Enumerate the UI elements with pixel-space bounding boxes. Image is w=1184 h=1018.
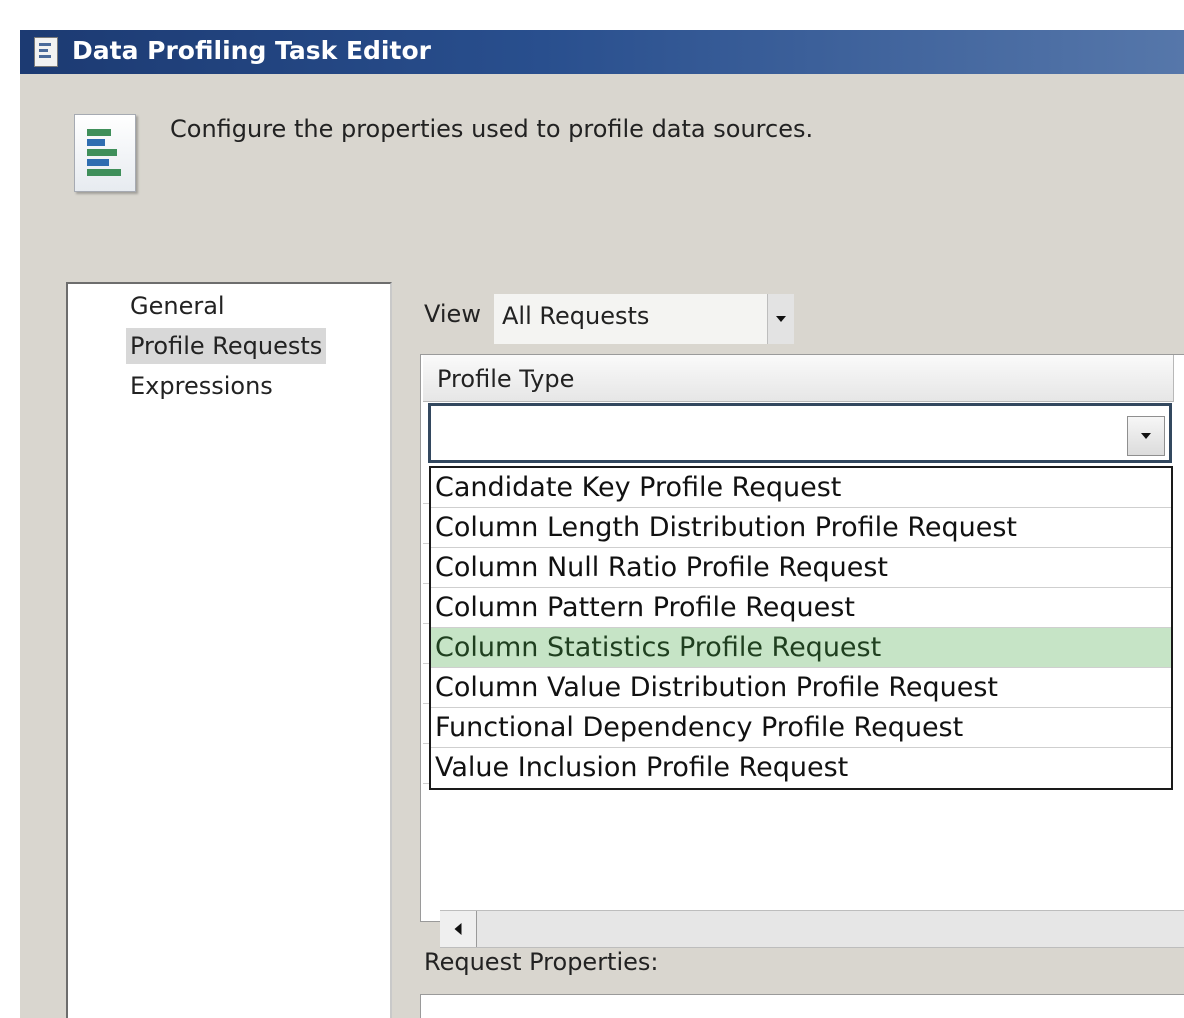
header-description: Configure the properties used to profile…	[170, 115, 814, 143]
column-header-label: Profile Type	[437, 365, 575, 393]
dropdown-option-column-value-distribution[interactable]: Column Value Distribution Profile Reques…	[431, 668, 1171, 708]
nav-item-profile-requests[interactable]: Profile Requests	[126, 328, 327, 364]
data-profile-icon	[74, 114, 136, 192]
dropdown-option-functional-dependency[interactable]: Functional Dependency Profile Request	[431, 708, 1171, 748]
profile-type-dropdown-button[interactable]	[1127, 416, 1165, 456]
dropdown-option-column-length-distribution[interactable]: Column Length Distribution Profile Reque…	[431, 508, 1171, 548]
chevron-down-icon	[776, 316, 786, 322]
view-label: View	[424, 300, 481, 328]
document-icon	[34, 37, 58, 67]
dropdown-option-column-pattern[interactable]: Column Pattern Profile Request	[431, 588, 1171, 628]
request-properties-grid[interactable]	[420, 994, 1184, 1018]
scroll-left-button[interactable]	[440, 911, 477, 947]
nav-item-general[interactable]: General	[126, 288, 229, 324]
dropdown-option-value-inclusion[interactable]: Value Inclusion Profile Request	[431, 748, 1171, 788]
arrow-left-icon	[454, 923, 462, 935]
title-bar[interactable]: Data Profiling Task Editor	[20, 30, 1184, 74]
column-header-profile-type[interactable]: Profile Type	[423, 355, 1174, 402]
window-title: Data Profiling Task Editor	[72, 36, 431, 65]
profile-type-combo[interactable]	[428, 403, 1172, 463]
dropdown-option-column-null-ratio[interactable]: Column Null Ratio Profile Request	[431, 548, 1171, 588]
view-select-value: All Requests	[502, 302, 650, 330]
nav-panel: General Profile Requests Expressions	[66, 282, 392, 1018]
horizontal-scrollbar[interactable]	[440, 910, 1184, 948]
nav-item-expressions[interactable]: Expressions	[126, 368, 277, 404]
view-select[interactable]: All Requests	[494, 294, 794, 344]
profile-type-dropdown-list[interactable]: Candidate Key Profile Request Column Len…	[429, 466, 1173, 790]
dropdown-option-column-statistics[interactable]: Column Statistics Profile Request	[431, 628, 1171, 668]
view-select-button[interactable]	[767, 294, 794, 344]
chevron-down-icon	[1141, 433, 1151, 439]
dropdown-option-candidate-key[interactable]: Candidate Key Profile Request	[431, 468, 1171, 508]
request-properties-label: Request Properties:	[424, 948, 659, 976]
